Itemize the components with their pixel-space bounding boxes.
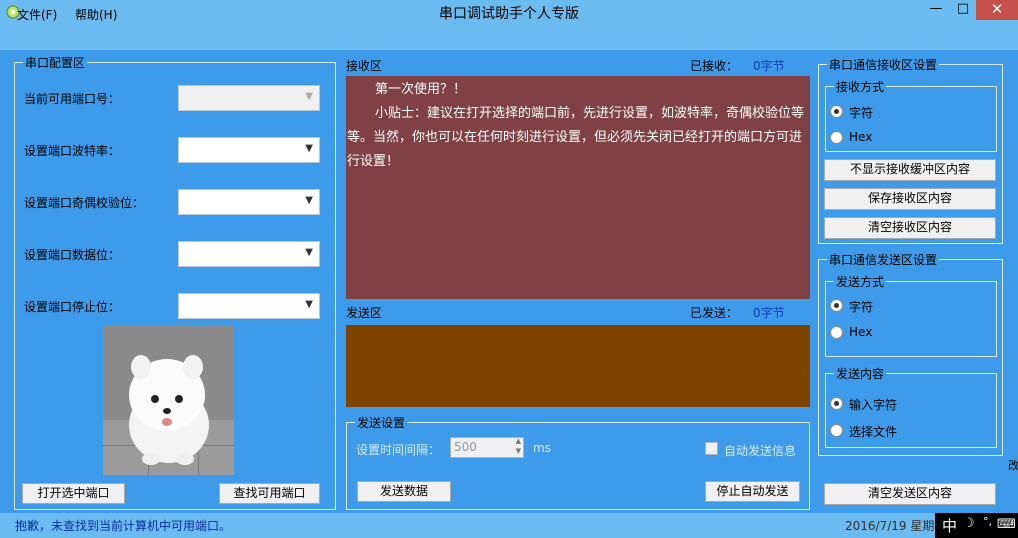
clear-send-button[interactable]: 清空发送区内容 — [824, 483, 996, 505]
send-mode-char-label: 字符 — [849, 300, 874, 314]
chevron-down-icon: ▼ — [305, 299, 313, 310]
recv-mode-char-label: 字符 — [849, 106, 874, 120]
interval-value: 500 — [454, 440, 477, 454]
interval-spinbox[interactable]: 500 ▲ ▼ — [450, 437, 524, 458]
chevron-down-icon: ▼ — [305, 91, 313, 102]
menu-file[interactable]: 文件(F) — [17, 6, 57, 23]
recv-mode-hex-label: Hex — [849, 130, 873, 144]
recv-settings-legend: 串口通信接收区设置 — [827, 56, 940, 73]
interval-label: 设置时间间隔： — [356, 443, 441, 457]
spin-down-icon[interactable]: ▼ — [516, 447, 521, 455]
send-mode-legend: 发送方式 — [834, 273, 887, 290]
databits-select[interactable]: ▼ — [178, 241, 320, 267]
send-mode-group: 发送方式 — [825, 273, 997, 357]
content-input-label: 输入字符 — [849, 398, 898, 412]
close-button[interactable]: ✕ — [976, 0, 1018, 20]
parity-label: 设置端口奇偶校验位： — [24, 196, 145, 210]
minimize-button[interactable]: — — [922, 0, 950, 20]
parity-select[interactable]: ▼ — [178, 189, 320, 215]
clear-receive-button[interactable]: 清空接收区内容 — [824, 217, 996, 239]
chevron-down-icon: ▼ — [305, 247, 313, 258]
receive-line-2: 小贴士：建议在打开选择的端口前，先进行设置，如波特率，奇偶校验位等等。当然，你也… — [347, 106, 805, 169]
send-settings-legend: 发送设置 — [355, 414, 408, 431]
window-title: 串口调试助手个人专版 — [439, 6, 579, 22]
moon-icon[interactable]: ☽ — [963, 516, 975, 531]
sent-count-label: 已发送： — [690, 306, 739, 320]
databits-label: 设置端口数据位： — [24, 248, 121, 262]
received-count-label: 已接收： — [690, 59, 739, 73]
send-data-button[interactable]: 发送数据 — [357, 481, 451, 502]
menu-bar — [0, 24, 1018, 50]
save-receive-button[interactable]: 保存接收区内容 — [824, 188, 996, 210]
sent-count-value: 0字节 — [753, 306, 785, 320]
chevron-down-icon: ▼ — [305, 195, 313, 206]
content-file-label: 选择文件 — [849, 425, 898, 439]
spin-up-icon[interactable]: ▲ — [516, 437, 521, 445]
status-message: 抱歉，未查找到当前计算机中可用端口。 — [15, 519, 232, 533]
stopbits-label: 设置端口停止位： — [24, 300, 121, 314]
puppy-image — [103, 325, 234, 475]
ime-tray[interactable]: 中 ☽ °, ⌨ — [935, 513, 1018, 538]
receive-title: 接收区 — [346, 59, 383, 73]
find-port-button[interactable]: 查找可用端口 — [219, 483, 320, 504]
send-content-legend: 发送内容 — [834, 365, 887, 382]
open-port-button[interactable]: 打开选中端口 — [22, 483, 125, 504]
send-title: 发送区 — [346, 306, 383, 320]
send-mode-char-radio[interactable] — [830, 299, 843, 312]
chevron-down-icon: ▼ — [305, 143, 313, 154]
receive-textarea[interactable]: 第一次使用？！ 小贴士：建议在打开选择的端口前，先进行设置，如波特率，奇偶校验位… — [346, 76, 810, 299]
hide-buffer-button[interactable]: 不显示接收缓冲区内容 — [824, 159, 996, 181]
baud-label: 设置端口波特率： — [24, 144, 121, 158]
interval-unit: ms — [533, 441, 551, 455]
content-input-radio[interactable] — [830, 397, 843, 410]
receive-line-1: 第一次使用？！ — [375, 82, 467, 97]
stop-auto-send-button[interactable]: 停止自动发送 — [705, 481, 800, 502]
punctuation-icon[interactable]: °, — [983, 515, 992, 528]
keyboard-icon[interactable]: ⌨ — [997, 517, 1016, 532]
send-mode-hex-label: Hex — [849, 325, 873, 339]
maximize-button[interactable]: □ — [950, 0, 976, 20]
auto-send-label: 自动发送信息 — [724, 444, 797, 458]
ime-mode-indicator[interactable]: 中 — [942, 515, 957, 536]
auto-send-checkbox[interactable] — [705, 442, 718, 455]
send-mode-hex-radio[interactable] — [830, 326, 843, 339]
send-area-settings-legend: 串口通信发送区设置 — [827, 251, 940, 268]
status-date: 2016/7/19 星期 — [845, 519, 935, 533]
baud-select[interactable]: ▼ — [178, 137, 320, 163]
edge-text: 改 — [1008, 459, 1018, 472]
recv-mode-hex-radio[interactable] — [830, 131, 843, 144]
available-port-label: 当前可用端口号： — [24, 92, 121, 106]
received-count-value: 0字节 — [753, 59, 785, 73]
stopbits-select[interactable]: ▼ — [178, 293, 320, 319]
menu-help[interactable]: 帮助(H) — [75, 6, 117, 23]
port-config-legend: 串口配置区 — [23, 54, 88, 71]
available-port-select[interactable]: ▼ — [178, 85, 320, 111]
content-file-radio[interactable] — [830, 424, 843, 437]
recv-mode-legend: 接收方式 — [834, 78, 887, 95]
recv-mode-char-radio[interactable] — [830, 105, 843, 118]
send-textarea[interactable] — [346, 325, 810, 407]
